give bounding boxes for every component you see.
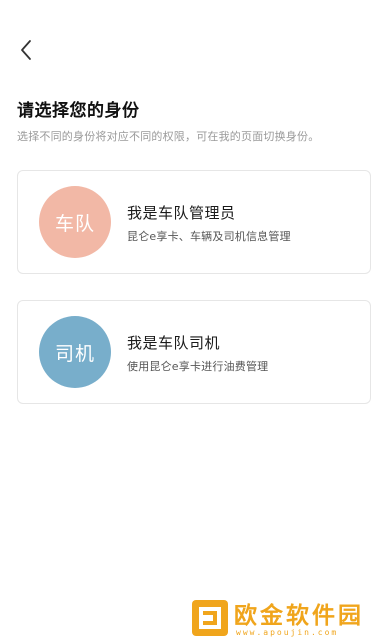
page-subtitle: 选择不同的身份将对应不同的权限，可在我的页面切换身份。 — [17, 130, 320, 143]
role-avatar-driver: 司机 — [39, 316, 111, 388]
back-button[interactable] — [12, 36, 40, 64]
watermark: 欧金软件园 www.apoujin.com — [190, 596, 385, 642]
role-title: 我是车队管理员 — [127, 204, 236, 222]
role-avatar-label: 车队 — [54, 212, 95, 235]
role-select-page: 请选择您的身份 选择不同的身份将对应不同的权限，可在我的页面切换身份。 车队 我… — [0, 0, 390, 644]
chevron-left-icon — [21, 40, 31, 60]
role-avatar-manager: 车队 — [39, 186, 111, 258]
role-description: 昆仑e享卡、车辆及司机信息管理 — [127, 230, 291, 243]
role-card-driver[interactable]: 司机 我是车队司机 使用昆仑e享卡进行油费管理 — [17, 300, 371, 404]
watermark-logo-icon — [192, 600, 228, 636]
watermark-url: www.apoujin.com — [236, 628, 339, 637]
page-title: 请选择您的身份 — [17, 101, 140, 121]
role-title: 我是车队司机 — [127, 334, 221, 352]
role-description: 使用昆仑e享卡进行油费管理 — [127, 360, 269, 373]
watermark-text: 欧金软件园 — [234, 603, 364, 629]
role-card-manager[interactable]: 车队 我是车队管理员 昆仑e享卡、车辆及司机信息管理 — [17, 170, 371, 274]
role-avatar-label: 司机 — [54, 342, 95, 365]
